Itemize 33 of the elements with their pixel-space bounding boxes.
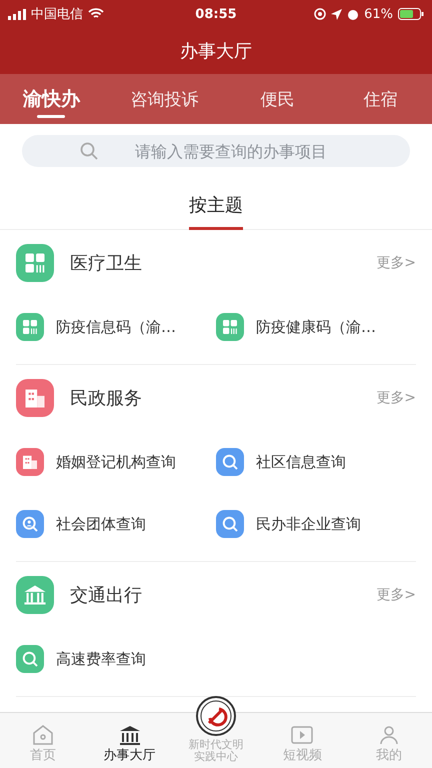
section-title: 医疗卫生 xyxy=(70,252,143,275)
service-item[interactable]: 民办非企业查询 xyxy=(216,493,361,555)
more-link[interactable]: 更多> xyxy=(376,389,416,407)
carrier-name: 中国电信 xyxy=(31,6,83,23)
section-title: 交通出行 xyxy=(70,584,143,607)
battery-percent: 61% xyxy=(364,6,393,22)
service-item[interactable]: 婚姻登记机构查询 xyxy=(16,431,176,493)
battery-icon xyxy=(398,8,424,20)
wifi-icon xyxy=(88,8,104,20)
bank-icon xyxy=(118,723,142,748)
alarm-icon xyxy=(347,8,360,20)
signal-icon xyxy=(8,8,26,20)
search-field[interactable]: 请输入需要查询的办事项目 xyxy=(22,135,410,167)
location-icon xyxy=(331,8,342,20)
service-item[interactable]: 社会团体查询 xyxy=(16,493,146,555)
clock-time: 08:55 xyxy=(195,6,237,22)
service-item[interactable]: 社区信息查询 xyxy=(216,431,346,493)
search-icon xyxy=(80,142,98,160)
tab[interactable]: 住宿 xyxy=(329,74,432,124)
section-title: 民政服务 xyxy=(70,387,143,410)
tab[interactable]: 渝快办 xyxy=(0,74,103,124)
tab[interactable]: 按主题 xyxy=(189,187,243,230)
tab[interactable]: 便民 xyxy=(226,74,330,124)
more-link[interactable]: 更多> xyxy=(376,254,416,272)
rotation-lock-icon xyxy=(314,8,326,20)
service-item[interactable]: 防疫健康码（渝… xyxy=(216,296,376,358)
home-icon xyxy=(31,723,56,748)
tab[interactable]: 咨询投诉 xyxy=(102,74,226,124)
page-title: 办事大厅 xyxy=(180,40,252,63)
service-item[interactable]: 防疫信息码（渝… xyxy=(16,296,176,358)
service-item[interactable]: 高速费率查询 xyxy=(16,628,146,690)
nav-tab[interactable]: 办事大厅 xyxy=(86,713,173,768)
more-link[interactable]: 更多> xyxy=(376,586,416,604)
